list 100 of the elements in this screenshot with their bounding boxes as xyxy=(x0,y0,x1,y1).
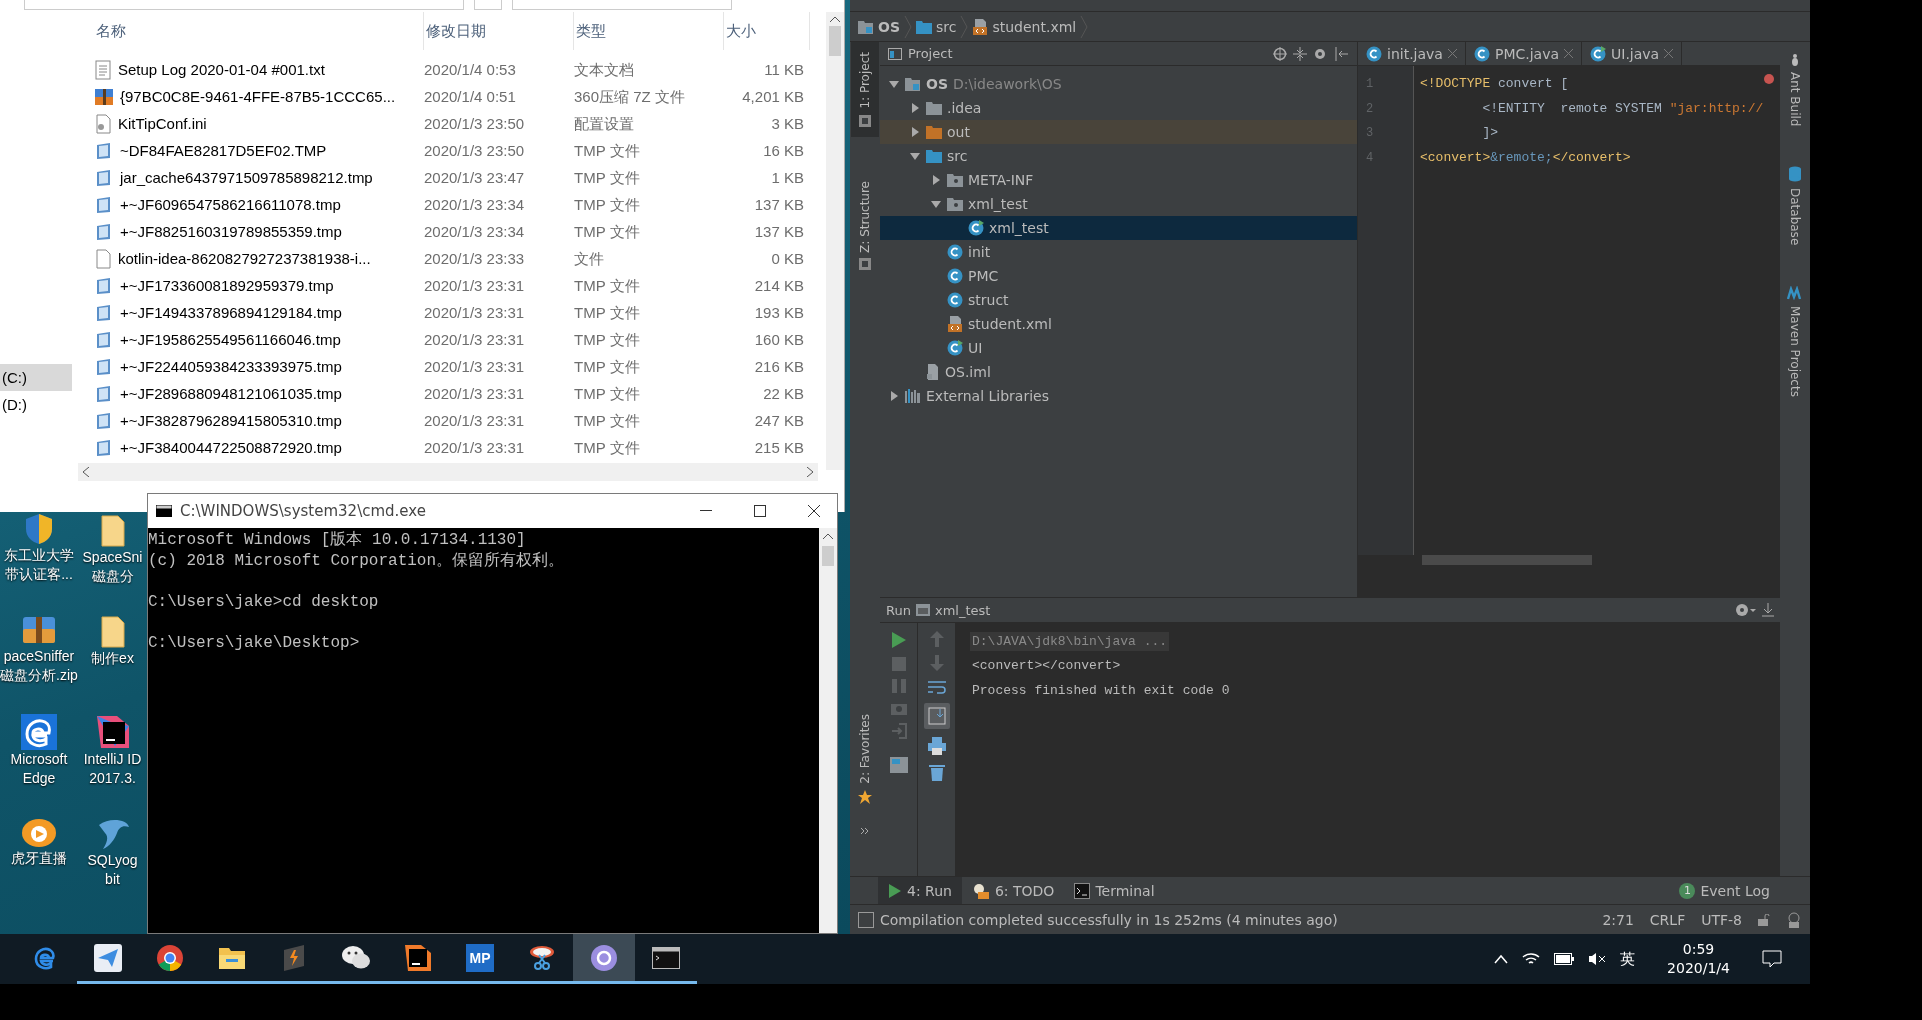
clock[interactable]: 0:59 2020/1/4 xyxy=(1667,940,1730,978)
event-log-tab[interactable]: 1 Event Log xyxy=(1669,876,1780,905)
expanded-arrow-icon[interactable] xyxy=(888,78,900,90)
scroll-right-icon[interactable] xyxy=(806,467,814,477)
file-name[interactable]: +~JF6096547586216611078.tmp xyxy=(120,196,341,213)
settings-icon[interactable] xyxy=(1735,603,1757,617)
horizontal-scrollbar[interactable] xyxy=(78,463,818,481)
horizontal-scrollbar[interactable] xyxy=(1422,555,1592,565)
tool-window-tab[interactable]: Ant Build xyxy=(1781,42,1809,137)
maximize-icon[interactable] xyxy=(754,505,766,517)
desktop-shortcut[interactable]: IntelliJ ID 2017.3. xyxy=(78,714,147,811)
tree-row[interactable]: OS.iml xyxy=(880,360,1357,384)
tree-row[interactable]: xml_test xyxy=(880,216,1357,240)
tree-row[interactable]: init xyxy=(880,240,1357,264)
column-header[interactable]: 修改日期 xyxy=(424,12,574,50)
desktop-shortcut[interactable]: SQLyog bit xyxy=(78,815,147,912)
layout-icon[interactable] xyxy=(889,757,908,773)
more-icon[interactable] xyxy=(860,826,870,836)
drive-item[interactable]: (D:) xyxy=(0,391,72,418)
file-name[interactable]: +~JF2896880948121061035.tmp xyxy=(120,385,342,402)
trash-icon[interactable] xyxy=(928,763,945,781)
desktop-shortcut[interactable]: 制作ex xyxy=(78,613,147,710)
search-field[interactable] xyxy=(512,0,732,10)
tree-row[interactable]: .idea xyxy=(880,96,1357,120)
file-name[interactable]: +~JF1958625549561166046.tmp xyxy=(120,331,341,348)
expanded-arrow-icon[interactable] xyxy=(930,198,942,210)
notification-icon[interactable] xyxy=(1762,950,1782,968)
tree-row[interactable]: out xyxy=(880,120,1357,144)
wifi-icon[interactable] xyxy=(1522,951,1541,967)
expanded-arrow-icon[interactable] xyxy=(909,150,921,162)
scroll-left-icon[interactable] xyxy=(82,467,90,477)
panel-title[interactable]: Project xyxy=(908,46,1267,61)
scroll-to-end-icon[interactable] xyxy=(923,703,950,729)
hide-panel-icon[interactable] xyxy=(1335,46,1349,61)
file-name[interactable]: +~JF3828796289415805310.tmp xyxy=(120,412,342,429)
desktop-shortcut[interactable]: SpaceSni 磁盘分 xyxy=(78,512,147,609)
collapsed-arrow-icon[interactable] xyxy=(909,102,921,114)
editor-tab[interactable]: PMC.java xyxy=(1465,42,1583,65)
tree-row[interactable]: UI xyxy=(880,336,1357,360)
tree-row[interactable]: src xyxy=(880,144,1357,168)
desktop-shortcut[interactable]: paceSniffer 磁盘分析.zip xyxy=(0,613,78,710)
tree-row[interactable]: xml_test xyxy=(880,192,1357,216)
close-icon[interactable] xyxy=(808,505,820,517)
line-separator[interactable]: CRLF xyxy=(1649,911,1686,928)
run-config-name[interactable]: xml_test xyxy=(934,602,1730,618)
tool-window-tab[interactable]: Database xyxy=(1781,156,1809,256)
scrollbar-thumb[interactable] xyxy=(829,26,841,56)
battery-icon[interactable] xyxy=(1554,953,1575,965)
column-header[interactable]: 名称 xyxy=(94,12,424,50)
column-header[interactable]: 类型 xyxy=(574,12,724,50)
tool-window-tab[interactable]: Z: Structure xyxy=(851,170,879,281)
file-name[interactable]: {97BC0C8E-9461-4FFE-87B5-1CCC65... xyxy=(120,88,396,105)
tool-tab[interactable]: 4: Run xyxy=(878,876,962,905)
inspector-icon[interactable] xyxy=(1786,911,1802,928)
tree-row[interactable]: External Libraries xyxy=(880,384,1357,408)
file-name[interactable]: KitTipConf.ini xyxy=(118,115,207,132)
hide-icon[interactable] xyxy=(1762,603,1774,617)
vertical-scrollbar[interactable] xyxy=(826,12,844,470)
file-name[interactable]: +~JF2244059384233393975.tmp xyxy=(120,358,342,375)
collapsed-arrow-icon[interactable] xyxy=(888,390,900,402)
desktop-shortcut[interactable]: 虎牙直播 xyxy=(0,815,78,912)
desktop-shortcut[interactable]: Microsoft Edge xyxy=(0,714,78,811)
lock-icon[interactable] xyxy=(1758,913,1770,926)
target-icon[interactable] xyxy=(1273,46,1287,61)
taskbar-button[interactable] xyxy=(573,934,635,984)
chevron-up-icon[interactable] xyxy=(1494,954,1509,964)
input-method[interactable]: 英 xyxy=(1620,949,1636,969)
desktop-shortcut[interactable]: 东工业大学 带认证客... xyxy=(0,512,78,609)
drive-item[interactable]: (C:) xyxy=(0,364,72,391)
file-name[interactable]: ~DF84FAE82817D5EF02.TMP xyxy=(120,142,327,159)
file-name[interactable]: +~JF3840044722508872920.tmp xyxy=(120,439,342,456)
run-icon[interactable] xyxy=(890,631,907,649)
tree-row[interactable]: struct xyxy=(880,288,1357,312)
file-name[interactable]: +~JF173360081892959379.tmp xyxy=(120,277,334,294)
tool-tab[interactable]: 6: TODO xyxy=(961,876,1065,905)
scrollbar-thumb[interactable] xyxy=(822,546,834,566)
print-icon[interactable] xyxy=(927,737,946,755)
tree-row[interactable]: student.xml xyxy=(880,312,1357,336)
breadcrumb-item[interactable]: OS xyxy=(878,18,900,35)
tree-row[interactable]: PMC xyxy=(880,264,1357,288)
tree-row[interactable]: OS D:\ideawork\OS xyxy=(880,72,1357,96)
breadcrumb-item[interactable]: src xyxy=(936,18,957,35)
file-encoding[interactable]: UTF-8 xyxy=(1701,911,1742,928)
panel-toggle-icon[interactable] xyxy=(858,911,874,928)
collapsed-arrow-icon[interactable] xyxy=(930,174,942,186)
mute-icon[interactable] xyxy=(1588,952,1607,966)
file-name[interactable]: jar_cache6437971509785898212.tmp xyxy=(120,169,373,186)
column-header[interactable]: 大小 xyxy=(724,12,810,50)
taskbar-button[interactable]: MP xyxy=(449,934,511,984)
tree-row[interactable]: META-INF xyxy=(880,168,1357,192)
minimize-icon[interactable] xyxy=(700,510,712,512)
file-name[interactable]: Setup Log 2020-01-04 #001.txt xyxy=(118,61,325,78)
tool-tab[interactable]: Terminal xyxy=(1064,876,1165,905)
collapse-all-icon[interactable] xyxy=(1293,46,1307,61)
tool-window-tab[interactable]: 2: Favorites xyxy=(851,704,879,814)
editor-tab[interactable]: init.java xyxy=(1358,42,1466,65)
editor-tab[interactable]: UI.java xyxy=(1582,42,1683,65)
file-name[interactable]: +~JF8825160319789855359.tmp xyxy=(120,223,342,240)
breadcrumb-item[interactable]: student.xml xyxy=(992,18,1077,35)
wrap-icon[interactable] xyxy=(927,679,946,695)
